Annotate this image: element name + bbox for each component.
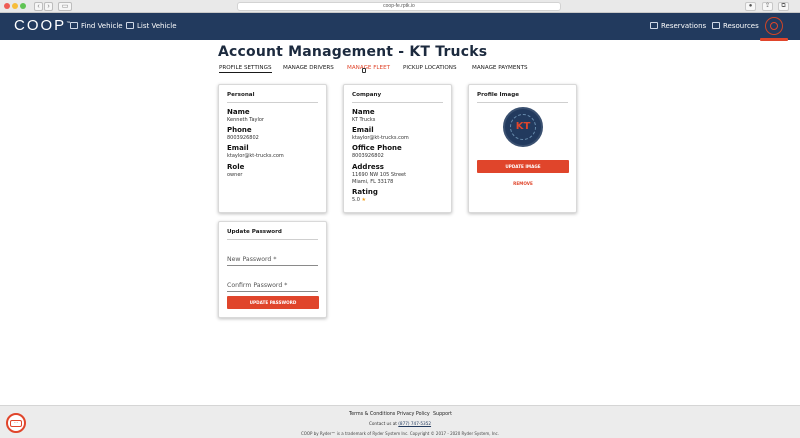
minimize-window-icon[interactable]	[12, 3, 18, 9]
new-password-field[interactable]: New Password *	[227, 254, 318, 266]
nav-reservations[interactable]: Reservations	[650, 22, 706, 30]
divider	[352, 102, 443, 103]
nav-list-vehicle-label: List Vehicle	[137, 22, 177, 30]
tab-pickup-locations[interactable]: PICKUP LOCATIONS	[403, 65, 457, 71]
shield-icon[interactable]: ●	[745, 2, 756, 11]
chat-button[interactable]: ···	[6, 413, 26, 433]
divider	[227, 102, 318, 103]
nav-find-vehicle[interactable]: Find Vehicle	[70, 22, 123, 30]
company-heading: Company	[352, 92, 382, 98]
privacy-link[interactable]: Privacy Policy	[397, 412, 430, 417]
tabs-icon[interactable]: ⧉	[778, 2, 789, 11]
mouse-cursor	[362, 68, 366, 73]
company-card: Company Name KT Trucks Email ktaylor@kt-…	[343, 84, 452, 213]
company-office-phone-value: 8003926802	[352, 153, 384, 159]
divider	[227, 239, 318, 240]
company-rating-label: Rating	[352, 188, 378, 196]
nav-find-vehicle-label: Find Vehicle	[81, 22, 123, 30]
company-address-line2: Miami, FL 33178	[352, 179, 394, 185]
app-header: COOP™ Find Vehicle List Vehicle Reservat…	[0, 13, 800, 40]
contact-phone-link[interactable]: (877) 747-5352	[398, 421, 431, 426]
forward-button[interactable]: ›	[44, 2, 53, 11]
confirm-password-field[interactable]: Confirm Password *	[227, 280, 318, 292]
update-image-button[interactable]: UPDATE IMAGE	[477, 160, 569, 173]
tab-profile-settings[interactable]: PROFILE SETTINGS	[219, 65, 272, 73]
tab-manage-fleet[interactable]: MANAGE FLEET	[347, 65, 390, 71]
company-address-label: Address	[352, 163, 384, 171]
list-vehicle-icon	[126, 22, 134, 29]
personal-phone-value: 8003926802	[227, 135, 259, 141]
personal-name-value: Kenneth Taylor	[227, 117, 264, 123]
avatar-kt-icon	[770, 22, 778, 30]
find-vehicle-icon	[70, 22, 78, 29]
rating-number: 5.0	[352, 197, 360, 203]
maximize-window-icon[interactable]	[20, 3, 26, 9]
contact-line: Contact us at (877) 747-5352	[0, 421, 800, 426]
personal-email-value: ktaylor@kt-trucks.com	[227, 153, 284, 159]
coop-logo[interactable]: COOP™	[14, 17, 72, 34]
personal-heading: Personal	[227, 92, 255, 98]
user-avatar[interactable]	[765, 17, 783, 35]
nav-list-vehicle[interactable]: List Vehicle	[126, 22, 177, 30]
nav-reservations-label: Reservations	[661, 22, 707, 30]
profile-image-initials: KT	[515, 121, 531, 132]
address-bar[interactable]: coop-fe.rptk.io	[237, 2, 561, 11]
profile-image-card: Profile Image KT UPDATE IMAGE REMOVE	[468, 84, 577, 213]
contact-prefix: Contact us at	[368, 421, 399, 426]
close-window-icon[interactable]	[4, 3, 10, 9]
nav-resources[interactable]: Resources	[712, 22, 759, 30]
share-icon[interactable]: ⇪	[762, 2, 773, 11]
company-rating-value: 5.0 ★	[352, 197, 366, 203]
personal-role-value: owner	[227, 172, 243, 178]
personal-card: Personal Name Kenneth Taylor Phone 80039…	[218, 84, 327, 213]
company-name-label: Name	[352, 108, 375, 116]
page-title: Account Management - KT Trucks	[218, 44, 488, 60]
nav-resources-label: Resources	[723, 22, 759, 30]
chat-icon: ···	[10, 420, 22, 427]
avatar-indicator	[760, 38, 788, 41]
star-icon: ★	[361, 197, 367, 203]
update-password-button[interactable]: UPDATE PASSWORD	[227, 296, 319, 309]
company-address-line1: 11690 NW 105 Street	[352, 172, 407, 178]
personal-name-label: Name	[227, 108, 250, 116]
logo-text: COOP	[14, 17, 67, 34]
company-email-label: Email	[352, 126, 374, 134]
update-password-card: Update Password New Password * Confirm P…	[218, 221, 327, 318]
company-office-phone-label: Office Phone	[352, 144, 402, 152]
resources-icon	[712, 22, 720, 29]
back-button[interactable]: ‹	[34, 2, 43, 11]
company-name-value: KT Trucks	[352, 117, 376, 123]
reservations-icon	[650, 22, 658, 29]
update-password-heading: Update Password	[227, 229, 282, 235]
copyright-text: COOP by Ryder™ is a trademark of Ryder S…	[300, 431, 500, 436]
profile-image: KT	[503, 107, 543, 147]
personal-phone-label: Phone	[227, 126, 252, 134]
tab-manage-drivers[interactable]: MANAGE DRIVERS	[283, 65, 334, 71]
terms-link[interactable]: Terms & Conditions	[349, 412, 395, 417]
personal-role-label: Role	[227, 163, 245, 171]
browser-chrome: ‹ › ▭ coop-fe.rptk.io ● ⇪ ⧉	[0, 0, 800, 13]
tab-manage-payments[interactable]: MANAGE PAYMENTS	[472, 65, 528, 71]
support-link[interactable]: Support	[433, 412, 452, 417]
footer: Terms & Conditions Privacy Policy Suppor…	[0, 405, 800, 438]
divider	[477, 102, 568, 103]
sidebar-toggle-button[interactable]: ▭	[58, 2, 72, 11]
profile-image-heading: Profile Image	[477, 92, 519, 98]
company-email-value: ktaylor@kt-trucks.com	[352, 135, 409, 141]
personal-email-label: Email	[227, 144, 249, 152]
remove-image-link[interactable]: REMOVE	[477, 181, 569, 186]
